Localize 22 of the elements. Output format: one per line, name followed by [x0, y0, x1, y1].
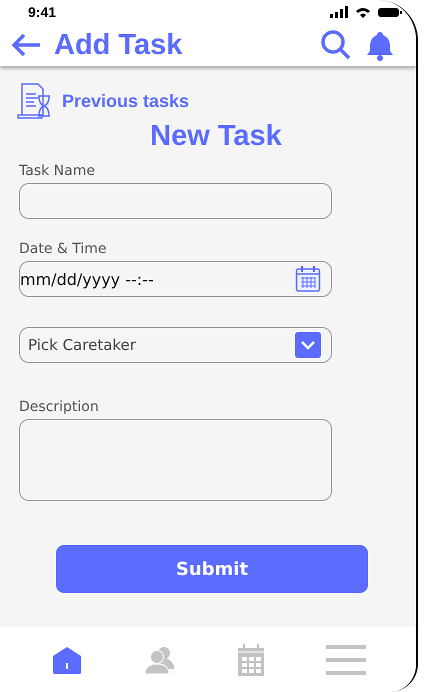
field-label: Description	[19, 399, 100, 415]
submit-button[interactable]: Submit	[56, 545, 368, 593]
notification-button[interactable]	[364, 29, 396, 61]
back-button[interactable]	[10, 33, 42, 57]
battery-icon	[378, 8, 402, 16]
document-hourglass-icon[interactable]	[16, 82, 52, 120]
field-label: Date & Time	[19, 241, 108, 257]
nav-home-button[interactable]	[50, 646, 82, 674]
date-time-field[interactable]: mm/dd/yyyy --:--	[19, 261, 332, 297]
calendar-icon[interactable]	[295, 265, 321, 293]
task-name-field[interactable]	[19, 183, 332, 219]
search-button[interactable]	[320, 29, 352, 61]
description-field[interactable]	[19, 419, 332, 501]
caretaker-dropdown[interactable]: Pick Caretaker	[19, 327, 332, 363]
wifi-icon	[356, 6, 370, 18]
form-title: New Task	[149, 120, 283, 153]
status-time: 9:41	[28, 4, 56, 20]
page-title: Add Task	[54, 28, 182, 62]
field-label: Task Name	[19, 163, 96, 179]
previous-tasks-link[interactable]: Previous tasks	[16, 82, 190, 120]
signal-icon	[330, 6, 348, 18]
chevron-down-icon[interactable]	[295, 332, 321, 358]
